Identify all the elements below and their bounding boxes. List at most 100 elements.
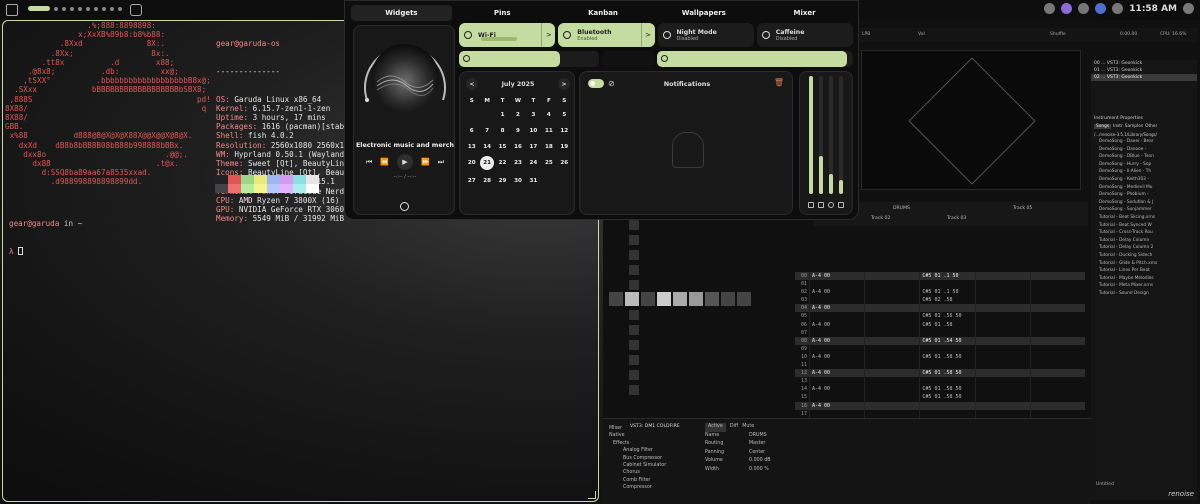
- matrix-slot[interactable]: [629, 310, 639, 320]
- pattern-editor[interactable]: 00 A-4 00 C#5 01 .1 50 01 02 A-4 00 C#5 01 .1 …: [795, 272, 1085, 418]
- matrix-slot[interactable]: [629, 370, 639, 380]
- note-cell[interactable]: [974, 312, 1030, 321]
- fx-tab-active[interactable]: Active: [705, 423, 726, 432]
- note-cell[interactable]: [919, 280, 974, 289]
- tab-kanban[interactable]: Kanban: [553, 5, 654, 21]
- song-item[interactable]: Tutorial - Beat Slicing.xrns: [1091, 214, 1197, 222]
- note-cell[interactable]: [809, 377, 864, 386]
- note-cell[interactable]: [1029, 361, 1085, 370]
- note-cell[interactable]: A-4 00: [809, 304, 864, 313]
- song-item[interactable]: Tutorial - Sound Design: [1091, 290, 1197, 298]
- note-cell[interactable]: [1029, 377, 1085, 386]
- note-cell[interactable]: C#5 01 .58 50: [919, 369, 974, 378]
- matrix-slot[interactable]: [629, 385, 639, 395]
- seq-slot[interactable]: [673, 292, 687, 306]
- song-item[interactable]: DemoSong - Sodutlan & J: [1091, 199, 1197, 207]
- calendar-day[interactable]: 19: [557, 142, 572, 152]
- browser-icon[interactable]: [828, 202, 834, 208]
- browser-tab-songs[interactable]: Songs: [1094, 124, 1112, 129]
- fx-item[interactable]: Cabinet Simulator: [609, 462, 701, 469]
- note-cell[interactable]: [864, 272, 919, 281]
- note-cell[interactable]: A-4 00: [809, 369, 864, 378]
- note-cell[interactable]: [974, 401, 1030, 410]
- song-item[interactable]: Tutorial - Maybe Melodies: [1091, 275, 1197, 283]
- power-icon[interactable]: [1183, 3, 1194, 14]
- note-cell[interactable]: A-4 00: [809, 336, 864, 345]
- song-item[interactable]: DemoSong - Il-Alien - Th: [1091, 168, 1197, 176]
- note-cell[interactable]: [864, 344, 919, 353]
- browser-tab-samples[interactable]: Samples: [1125, 124, 1143, 129]
- seq-slot[interactable]: [641, 292, 655, 306]
- note-cell[interactable]: [864, 369, 919, 378]
- night-mode-toggle[interactable]: Night Mode Disabled: [657, 23, 754, 47]
- tab-pins[interactable]: Pins: [452, 5, 553, 21]
- calendar-day[interactable]: 2: [510, 110, 525, 120]
- note-cell[interactable]: [1029, 401, 1085, 410]
- note-cell[interactable]: [919, 401, 974, 410]
- workspace-dot[interactable]: [118, 6, 122, 11]
- wifi-toggle[interactable]: Wi-Fi >: [459, 23, 556, 47]
- calendar-day[interactable]: 18: [541, 142, 556, 152]
- calendar-day[interactable]: 26: [557, 158, 572, 168]
- calendar-day[interactable]: 7: [479, 126, 494, 136]
- note-cell[interactable]: [864, 288, 919, 297]
- note-cell[interactable]: [1029, 312, 1085, 321]
- fx-item[interactable]: Native: [609, 432, 701, 439]
- note-cell[interactable]: [919, 377, 974, 386]
- note-cell[interactable]: [864, 377, 919, 386]
- song-item[interactable]: Tutorial - Delay Column 2: [1091, 244, 1197, 252]
- note-cell[interactable]: [1029, 385, 1085, 394]
- note-cell[interactable]: [1029, 352, 1085, 362]
- tab-widgets[interactable]: Widgets: [351, 5, 452, 21]
- instrument-properties[interactable]: Instrument Properties: [1091, 115, 1197, 122]
- trash-icon[interactable]: 🗑: [774, 78, 784, 87]
- property-value[interactable]: Master: [749, 440, 765, 449]
- matrix-slot[interactable]: [629, 250, 639, 260]
- settings-icon[interactable]: [1078, 3, 1090, 14]
- note-cell[interactable]: [974, 304, 1030, 313]
- instrument-item[interactable]: 01 ... VST3: Geonkick: [1091, 67, 1197, 74]
- note-cell[interactable]: [809, 296, 864, 305]
- calendar-day[interactable]: 31: [526, 176, 541, 186]
- property-value[interactable]: DRUMS: [749, 432, 767, 441]
- calendar-day[interactable]: 29: [495, 176, 510, 186]
- seq-slot[interactable]: [705, 292, 719, 306]
- song-item[interactable]: DemoSong - Keith303 -: [1091, 176, 1197, 184]
- note-cell[interactable]: [1029, 409, 1085, 418]
- note-cell[interactable]: [864, 409, 919, 418]
- song-item[interactable]: Tutorial - Glide & Pitch.xrns: [1091, 260, 1197, 268]
- shuffle-label[interactable]: Shuffle: [1050, 32, 1066, 37]
- mixer-channel[interactable]: [809, 76, 813, 194]
- note-cell[interactable]: [974, 296, 1030, 305]
- app-icon[interactable]: [838, 202, 844, 208]
- note-cell[interactable]: [974, 328, 1030, 337]
- track-05[interactable]: Track 05: [1013, 206, 1032, 211]
- pattern-row[interactable]: 16 A-4 00: [795, 401, 1085, 410]
- pattern-row[interactable]: 15 C#5 01 .58 50: [795, 393, 1085, 402]
- workspace-dot[interactable]: [94, 6, 98, 11]
- fx-item[interactable]: Analog Filter: [609, 447, 701, 454]
- pattern-row[interactable]: 02 A-4 00 C#5 01 .1 50: [795, 288, 1085, 297]
- matrix-slot[interactable]: [629, 325, 639, 335]
- note-cell[interactable]: [1029, 296, 1085, 305]
- matrix-slot[interactable]: [629, 235, 639, 245]
- instrument-item-selected[interactable]: 02 ... VST3: Geonkick: [1091, 74, 1197, 81]
- song-item[interactable]: DemoSong - DBlue - Tenn: [1091, 153, 1197, 161]
- song-item[interactable]: Tutorial - Cross-Track Rou: [1091, 229, 1197, 237]
- media-icon[interactable]: [1044, 3, 1056, 14]
- note-cell[interactable]: [864, 296, 919, 305]
- calendar-day[interactable]: 10: [526, 126, 541, 136]
- mixer-channel[interactable]: [839, 76, 843, 194]
- seq-slot[interactable]: [609, 292, 623, 306]
- mixer-channel[interactable]: [819, 76, 823, 194]
- fx-item[interactable]: Bus Compressor: [609, 455, 701, 462]
- property-value[interactable]: Center: [749, 449, 765, 458]
- song-item[interactable]: Tutorial - Ducking Sidech: [1091, 252, 1197, 260]
- pattern-row[interactable]: 06 A-4 00 C#5 01 .58: [795, 320, 1085, 329]
- note-cell[interactable]: A-4 00: [809, 272, 864, 281]
- next-icon[interactable]: ⏭: [438, 158, 444, 167]
- calendar-day[interactable]: 16: [510, 142, 525, 152]
- volume-slider[interactable]: [459, 51, 599, 67]
- note-cell[interactable]: [864, 328, 919, 337]
- song-item[interactable]: DemoSong - Hurry - Sop: [1091, 161, 1197, 169]
